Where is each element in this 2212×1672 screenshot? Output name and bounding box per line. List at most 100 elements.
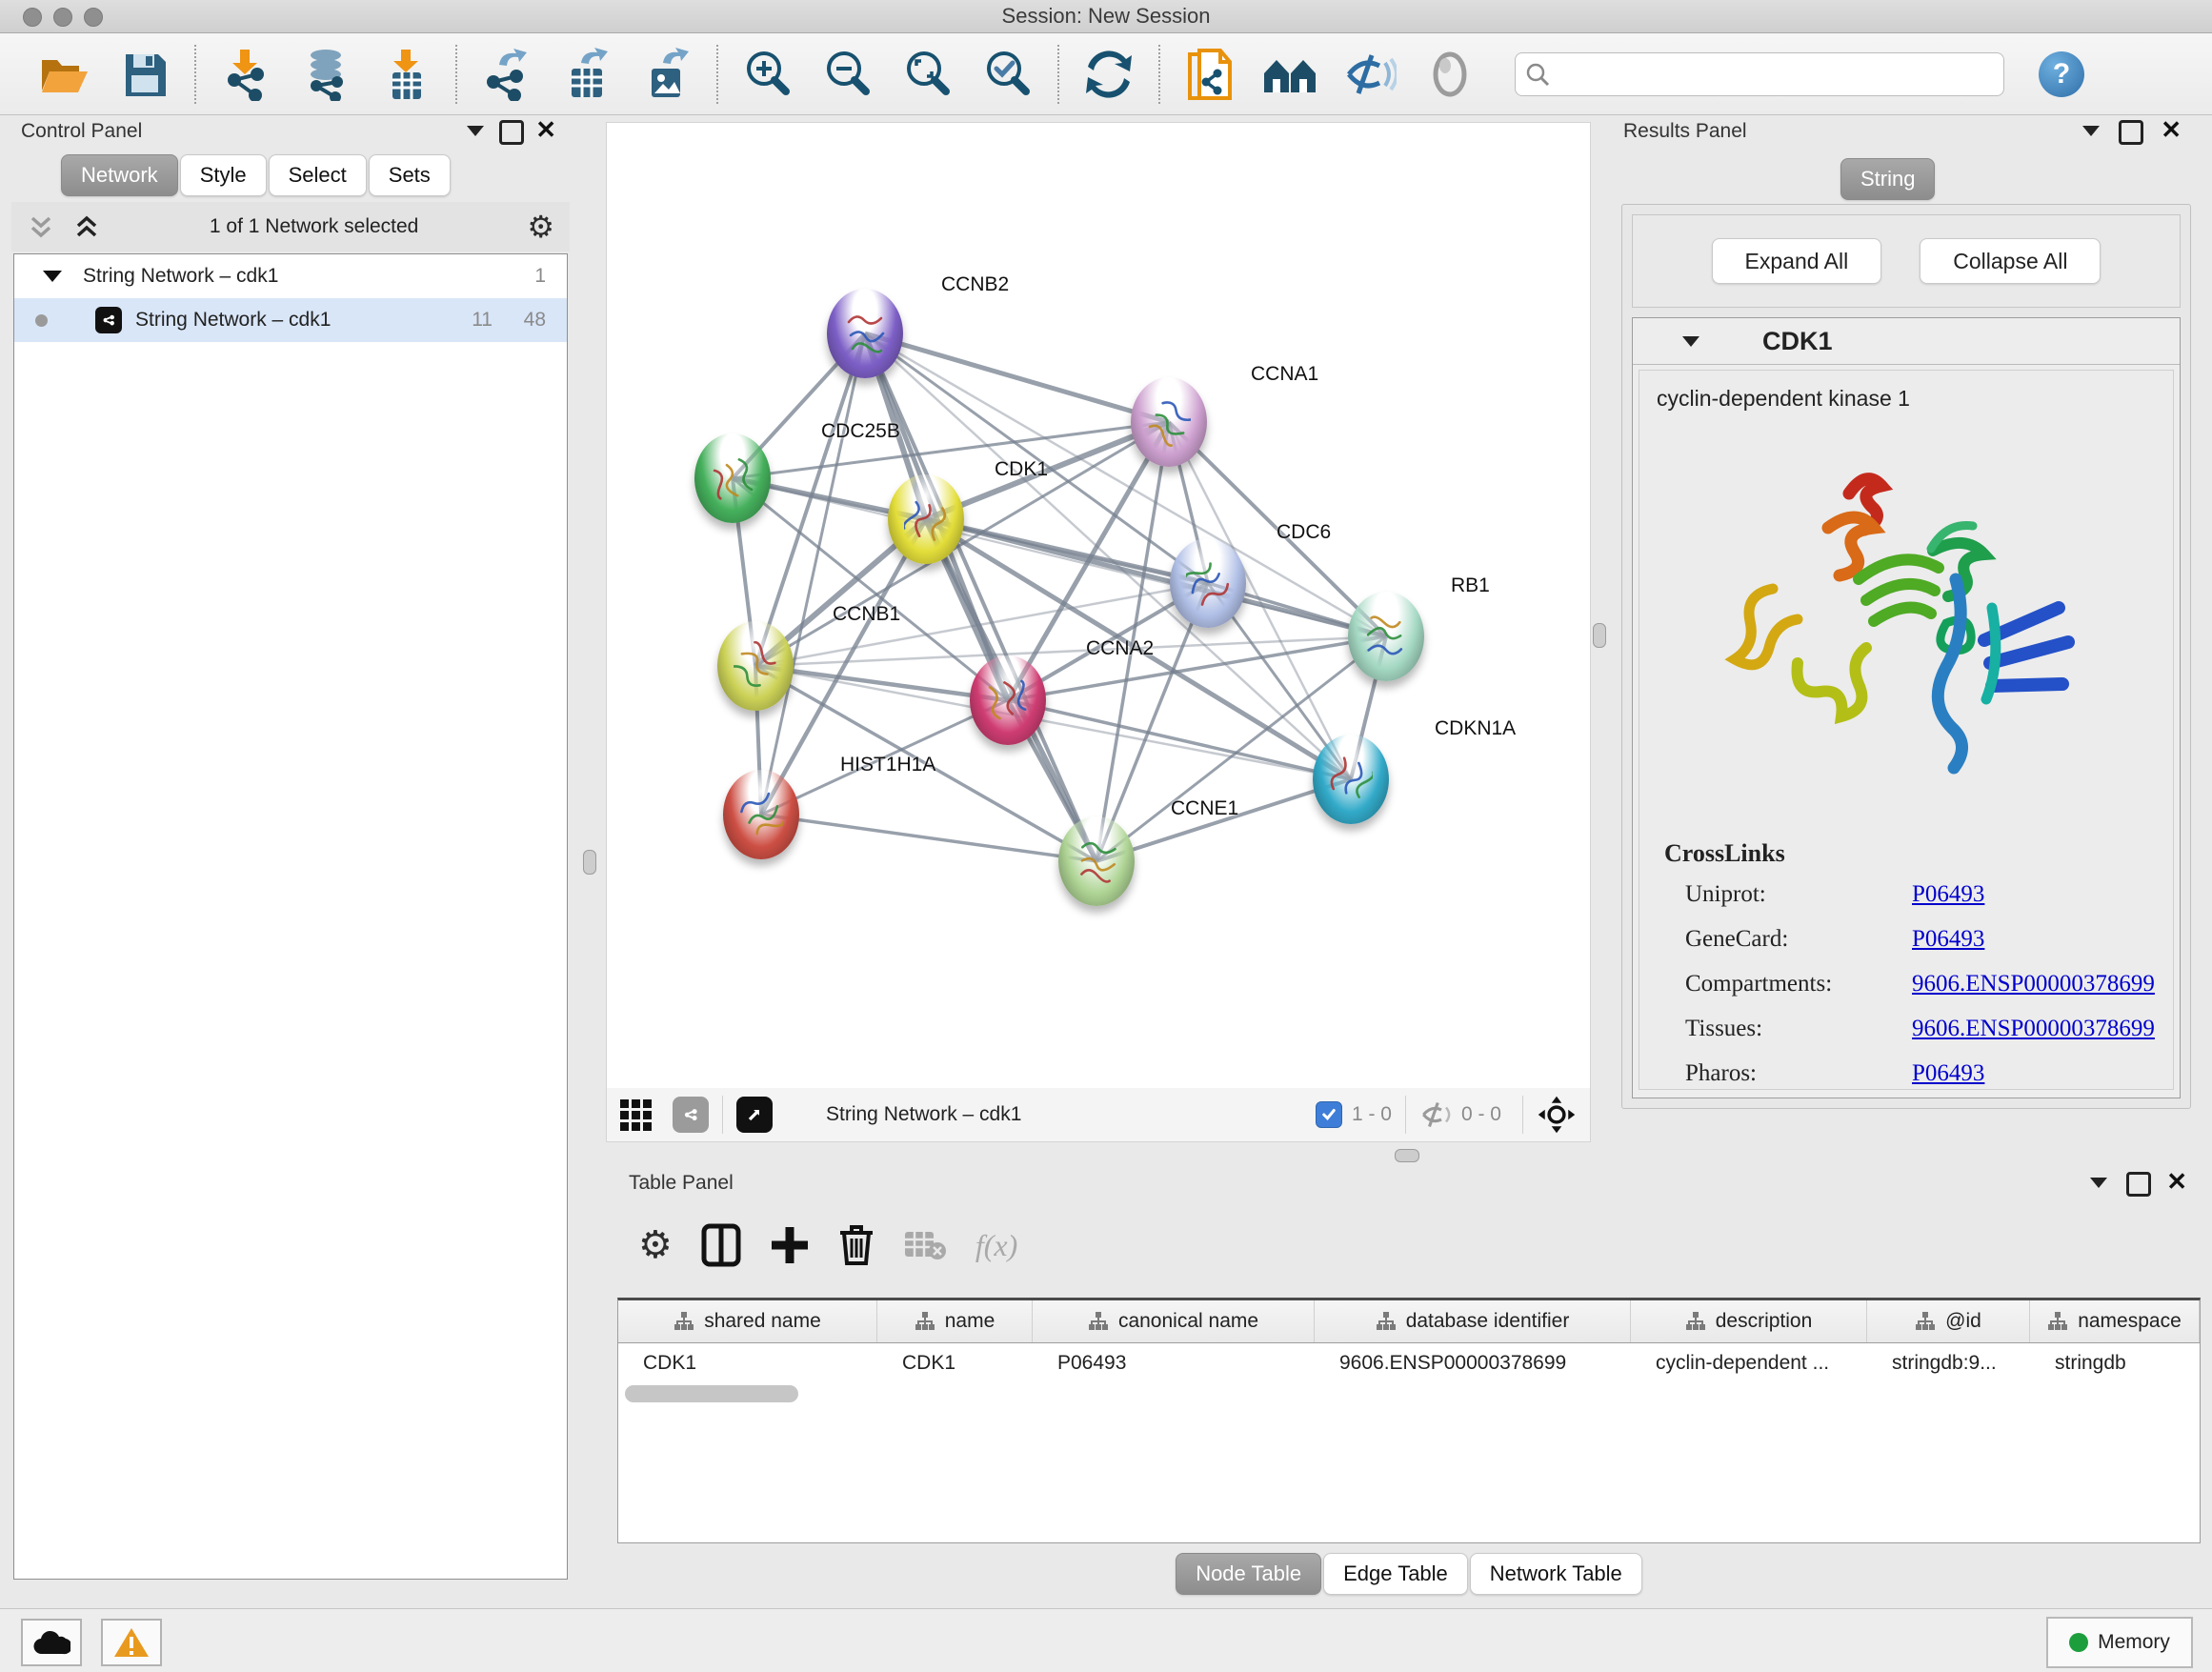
search-input[interactable]: [1558, 62, 1994, 86]
zoom-selected-button[interactable]: [979, 46, 1036, 103]
create-column-icon[interactable]: [770, 1223, 810, 1267]
show-columns-icon[interactable]: [701, 1223, 741, 1267]
column-header-namespace[interactable]: namespace: [2030, 1300, 2200, 1342]
delete-table-icon[interactable]: [903, 1228, 947, 1262]
table-options-gear-icon[interactable]: ⚙: [638, 1226, 673, 1264]
collapse-all-button[interactable]: Collapse All: [1920, 238, 2101, 284]
import-table-button[interactable]: [377, 46, 434, 103]
window-close-light[interactable]: [23, 8, 42, 27]
results-panel-close-icon[interactable]: ✕: [2161, 120, 2182, 139]
memory-button[interactable]: Memory: [2046, 1617, 2193, 1668]
results-panel-float-icon[interactable]: [2119, 120, 2143, 145]
window-minimize-light[interactable]: [53, 8, 72, 27]
save-session-button[interactable]: [116, 46, 173, 103]
network-node-CCNA2[interactable]: [970, 655, 1046, 745]
expand-all-icon[interactable]: [72, 212, 101, 241]
import-network-file-button[interactable]: [217, 46, 274, 103]
tab-edge-table[interactable]: Edge Table: [1323, 1553, 1468, 1595]
network-row[interactable]: String Network – cdk1 11 48: [14, 298, 567, 342]
birdseye-grid-icon[interactable]: [620, 1099, 652, 1131]
network-node-CDKN1A[interactable]: [1313, 735, 1389, 824]
network-edge[interactable]: [865, 333, 1096, 861]
selected-checkbox[interactable]: [1316, 1101, 1342, 1128]
gene-card-header[interactable]: CDK1: [1633, 318, 2180, 365]
network-options-gear-icon[interactable]: ⚙: [527, 212, 554, 242]
help-button[interactable]: ?: [2039, 51, 2084, 97]
table-panel-close-icon[interactable]: ✕: [2166, 1172, 2187, 1191]
table-panel-float-icon[interactable]: [2126, 1172, 2151, 1197]
network-canvas[interactable]: CCNB2CCNA1CDC25BCDK1CDC6RB1CCNB1CCNA2CDK…: [606, 122, 1591, 1090]
network-node-CCNA1[interactable]: [1131, 377, 1207, 467]
network-edge[interactable]: [1096, 779, 1351, 861]
tab-node-table[interactable]: Node Table: [1176, 1553, 1321, 1595]
control-panel-close-icon[interactable]: ✕: [535, 120, 556, 139]
tab-sets[interactable]: Sets: [369, 154, 451, 196]
network-node-CCNB2[interactable]: [827, 289, 903, 378]
tab-string[interactable]: String: [1840, 158, 1935, 200]
cloud-button[interactable]: [21, 1619, 82, 1666]
column-header-name[interactable]: name: [877, 1300, 1033, 1342]
zoom-in-button[interactable]: [739, 46, 796, 103]
network-node-HIST1H1A[interactable]: [723, 770, 799, 859]
function-builder-button[interactable]: f(x): [975, 1228, 1017, 1263]
tab-network[interactable]: Network: [61, 154, 178, 196]
tree-expand-icon[interactable]: [43, 271, 62, 282]
hide-selected-button[interactable]: [1341, 46, 1398, 103]
bottom-splitter-handle[interactable]: [1395, 1149, 1419, 1162]
network-node-CCNE1[interactable]: [1058, 816, 1135, 906]
open-session-button[interactable]: [36, 46, 93, 103]
network-node-CDC6[interactable]: [1170, 538, 1246, 628]
table-row[interactable]: CDK1CDK1P064939606.ENSP00000378699cyclin…: [618, 1343, 2200, 1383]
horizontal-scrollbar-thumb[interactable]: [625, 1385, 798, 1402]
export-table-button[interactable]: [558, 46, 615, 103]
pan-target-icon[interactable]: [1537, 1095, 1577, 1135]
results-panel-collapse-icon[interactable]: [2082, 126, 2100, 136]
column-header-shared-name[interactable]: shared name: [618, 1300, 877, 1342]
column-header-database-identifier[interactable]: database identifier: [1315, 1300, 1631, 1342]
warning-button[interactable]: [101, 1619, 162, 1666]
share-view-icon[interactable]: [673, 1097, 709, 1133]
show-all-button[interactable]: [1421, 46, 1478, 103]
crosslink-link[interactable]: 9606.ENSP00000378699: [1912, 971, 2155, 997]
left-splitter-handle[interactable]: [583, 850, 596, 875]
column-type-icon: [915, 1311, 935, 1332]
export-image-button[interactable]: [638, 46, 695, 103]
network-node-RB1[interactable]: [1348, 592, 1424, 681]
import-network-database-button[interactable]: [297, 46, 354, 103]
network-node-CDC25B[interactable]: [694, 433, 771, 523]
gene-collapse-icon[interactable]: [1682, 336, 1699, 347]
tab-network-table[interactable]: Network Table: [1470, 1553, 1642, 1595]
network-edge[interactable]: [1008, 700, 1351, 779]
delete-column-icon[interactable]: [838, 1223, 875, 1267]
search-field[interactable]: [1515, 52, 2004, 96]
network-edge[interactable]: [761, 815, 1096, 861]
network-edge[interactable]: [865, 333, 1169, 422]
table-panel-collapse-icon[interactable]: [2090, 1178, 2107, 1188]
column-header-description[interactable]: description: [1631, 1300, 1867, 1342]
network-node-CCNB1[interactable]: [717, 621, 794, 711]
expand-all-button[interactable]: Expand All: [1712, 238, 1882, 284]
window-zoom-light[interactable]: [84, 8, 103, 27]
crosslink-link[interactable]: P06493: [1912, 1060, 1984, 1087]
zoom-out-button[interactable]: [819, 46, 876, 103]
network-node-CDK1[interactable]: [888, 474, 964, 564]
collapse-all-icon[interactable]: [27, 212, 55, 241]
crosslink-link[interactable]: P06493: [1912, 881, 1984, 908]
zoom-fit-button[interactable]: [899, 46, 956, 103]
crosslink-link[interactable]: 9606.ENSP00000378699: [1912, 1016, 2155, 1042]
column-header-canonical-name[interactable]: canonical name: [1033, 1300, 1315, 1342]
column-header--id[interactable]: @id: [1867, 1300, 2030, 1342]
network-collection-row[interactable]: String Network – cdk1 1: [14, 254, 567, 298]
share-file-button[interactable]: [1181, 46, 1238, 103]
tab-select[interactable]: Select: [269, 154, 367, 196]
tab-style[interactable]: Style: [180, 154, 267, 196]
right-splitter-handle[interactable]: [1593, 623, 1606, 648]
string-home-button[interactable]: [1261, 46, 1318, 103]
refresh-button[interactable]: [1080, 46, 1137, 103]
crosslink-link[interactable]: P06493: [1912, 926, 1984, 953]
control-panel-float-icon[interactable]: [499, 120, 524, 145]
open-in-browser-icon[interactable]: [736, 1097, 773, 1133]
control-panel-collapse-icon[interactable]: [467, 126, 484, 136]
table-cell: stringdb:9...: [1867, 1352, 2030, 1375]
export-network-button[interactable]: [478, 46, 535, 103]
